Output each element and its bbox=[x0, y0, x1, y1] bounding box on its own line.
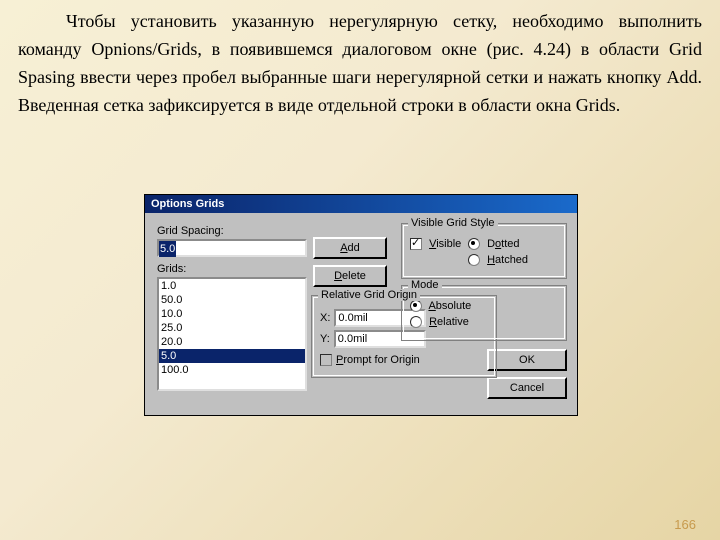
visible-checkbox[interactable] bbox=[410, 238, 422, 250]
prompt-origin-checkbox[interactable] bbox=[320, 354, 332, 366]
absolute-radio[interactable] bbox=[410, 300, 422, 312]
list-item[interactable]: 20.0 bbox=[159, 335, 305, 349]
page-number: 166 bbox=[674, 517, 696, 532]
grid-spacing-label: Grid Spacing: bbox=[157, 225, 307, 237]
delete-button[interactable]: Delete bbox=[313, 265, 387, 287]
rgo-legend: Relative Grid Origin bbox=[318, 289, 420, 301]
hatched-label: Hatched bbox=[487, 254, 528, 266]
grid-spacing-value: 5.0 bbox=[159, 241, 176, 257]
rgo-x-label: X: bbox=[320, 312, 330, 324]
list-item[interactable]: 10.0 bbox=[159, 307, 305, 321]
hatched-radio[interactable] bbox=[468, 254, 480, 266]
absolute-label: Absolute bbox=[428, 300, 471, 312]
vgs-legend: Visible Grid Style bbox=[408, 217, 498, 229]
options-grids-dialog: Options Grids Grid Spacing: 5.0 Grids: 1… bbox=[144, 194, 578, 416]
grids-label: Grids: bbox=[157, 263, 307, 275]
list-item[interactable]: 25.0 bbox=[159, 321, 305, 335]
list-item[interactable]: 1.0 bbox=[159, 279, 305, 293]
list-item[interactable]: 50.0 bbox=[159, 293, 305, 307]
grids-listbox[interactable]: 1.0 50.0 10.0 25.0 20.0 5.0 100.0 bbox=[157, 277, 307, 391]
dialog-titlebar: Options Grids bbox=[145, 195, 577, 213]
body-paragraph: Чтобы установить указанную нерегулярную … bbox=[0, 0, 720, 120]
visible-label: Visible bbox=[429, 238, 461, 250]
relative-label: Relative bbox=[429, 316, 469, 328]
grid-spacing-input[interactable]: 5.0 bbox=[157, 239, 307, 257]
cancel-button[interactable]: Cancel bbox=[487, 377, 567, 399]
visible-grid-style-group: Visible Grid Style Visible Dotted bbox=[401, 223, 567, 279]
dotted-radio[interactable] bbox=[468, 238, 480, 250]
rgo-y-label: Y: bbox=[320, 333, 330, 345]
add-button[interactable]: Add bbox=[313, 237, 387, 259]
ok-button[interactable]: OK bbox=[487, 349, 567, 371]
dotted-label: Dotted bbox=[487, 238, 519, 250]
relative-radio[interactable] bbox=[410, 316, 422, 328]
prompt-origin-label: Prompt for Origin bbox=[336, 354, 420, 366]
list-item[interactable]: 5.0 bbox=[159, 349, 305, 363]
mode-group: Mode Absolute Relative bbox=[401, 285, 567, 341]
mode-legend: Mode bbox=[408, 279, 442, 291]
list-item[interactable]: 100.0 bbox=[159, 363, 305, 377]
